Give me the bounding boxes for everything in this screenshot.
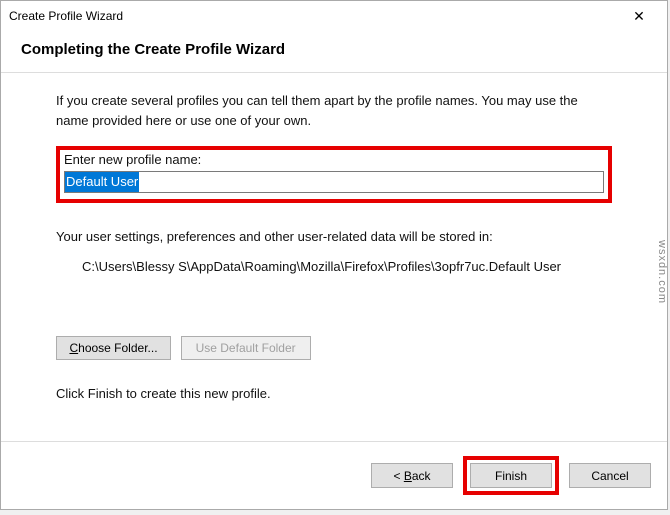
titlebar: Create Profile Wizard ✕ [1, 1, 667, 31]
profile-name-label: Enter new profile name: [64, 152, 604, 167]
choose-folder-button[interactable]: Choose Folder... [56, 336, 171, 360]
intro-text: If you create several profiles you can t… [56, 91, 612, 130]
profile-name-input[interactable]: Default User [64, 171, 604, 193]
wizard-window: Create Profile Wizard ✕ Completing the C… [0, 0, 668, 510]
watermark: wsxdn.com [656, 240, 668, 304]
close-icon: ✕ [633, 8, 645, 25]
storage-path: C:\Users\Blessy S\AppData\Roaming\Mozill… [56, 257, 612, 277]
window-title: Create Profile Wizard [9, 9, 619, 23]
footer-button-row: < Back Finish Cancel [1, 441, 667, 509]
cancel-button[interactable]: Cancel [569, 463, 651, 488]
close-button[interactable]: ✕ [619, 2, 659, 30]
finish-highlight: Finish [463, 456, 559, 495]
folder-button-row: Choose Folder... Use Default Folder [56, 336, 612, 360]
page-heading: Completing the Create Profile Wizard [1, 31, 667, 73]
storage-note: Your user settings, preferences and othe… [56, 227, 612, 247]
profile-name-value: Default User [65, 172, 139, 192]
profile-name-highlight: Enter new profile name: Default User [56, 146, 612, 203]
back-button[interactable]: < Back [371, 463, 453, 488]
content-area: If you create several profiles you can t… [1, 73, 667, 441]
use-default-folder-button: Use Default Folder [181, 336, 311, 360]
finish-hint: Click Finish to create this new profile. [56, 386, 612, 401]
finish-button[interactable]: Finish [470, 463, 552, 488]
